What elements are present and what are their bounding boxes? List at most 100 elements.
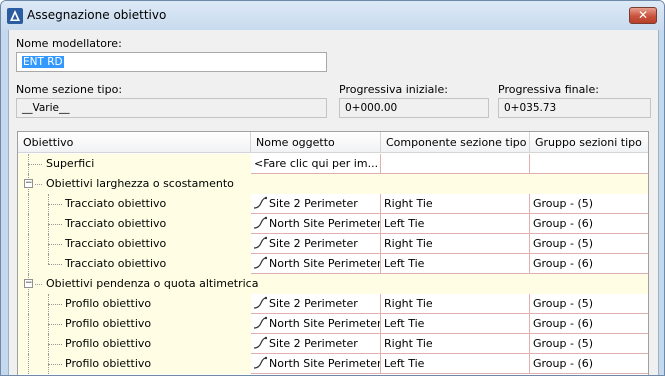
object-name: Site 2 Perimeter [269,237,358,250]
object-cell[interactable]: Site 2 Perimeter [251,294,381,314]
table-row[interactable]: Profilo obiettivo Site 2 Perimeter Right… [18,334,648,354]
collapse-icon[interactable]: − [24,179,33,188]
table-row[interactable]: Tracciato obiettivo Site 2 Perimeter Rig… [18,194,648,214]
component-cell: Left Tie [381,314,530,334]
object-cell[interactable]: North Site Perimeter [251,254,381,274]
close-button[interactable]: ✕ [629,7,657,24]
surface-click-cell[interactable]: <Fare clic qui per im... [251,154,381,174]
section-name-field: __Varie__ [16,98,327,118]
modeler-name-value: ENT RD [22,56,64,68]
title-bar[interactable]: Assegnazione obiettivo ✕ [1,1,664,31]
end-station-field: 0+035.73 [498,98,651,118]
target-grid: Obiettivo Nome oggetto Componente sezion… [17,131,649,375]
tree-cell: Tracciato obiettivo [18,214,251,234]
component-cell: Right Tie [381,294,530,314]
alignment-icon [253,216,267,229]
modeler-name-field[interactable]: ENT RD [16,52,327,72]
group-cell: Group - (6) [530,314,648,334]
group-cell: Group - (6) [530,354,648,374]
window-title: Assegnazione obiettivo [27,8,167,22]
grid-header: Obiettivo Nome oggetto Componente sezion… [18,132,648,154]
group-cell [530,154,648,174]
header-object-name[interactable]: Nome oggetto [251,132,381,153]
component-cell: Left Tie [381,354,530,374]
collapse-icon[interactable]: − [24,279,33,288]
end-station-label: Progressiva finale: [498,83,599,96]
start-station-field: 0+000.00 [339,98,489,118]
tree-label: Tracciato obiettivo [65,217,167,230]
tree-cell: Tracciato obiettivo [18,254,251,274]
tree-label: Tracciato obiettivo [65,237,167,250]
object-cell[interactable]: North Site Perimeter [251,314,381,334]
object-name: Site 2 Perimeter [269,197,358,210]
tree-label: Tracciato obiettivo [65,257,167,270]
alignment-icon [253,356,267,369]
tree-label: Obiettivi larghezza o scostamento [46,177,234,190]
component-cell: Right Tie [381,194,530,214]
table-row[interactable]: Tracciato obiettivo Site 2 Perimeter Rig… [18,234,648,254]
tree-cell: Profilo obiettivo [18,294,251,314]
group-cell: Group - (5) [530,334,648,354]
tree-cell: Profilo obiettivo [18,354,251,374]
group-cell: Group - (5) [530,234,648,254]
tree-cell: Tracciato obiettivo [18,194,251,214]
tree-cell: Tracciato obiettivo [18,234,251,254]
object-cell[interactable]: North Site Perimeter [251,354,381,374]
close-icon: ✕ [637,8,649,22]
object-cell[interactable]: Site 2 Perimeter [251,194,381,214]
start-station-label: Progressiva iniziale: [339,83,448,96]
tree-label: Profilo obiettivo [65,297,152,310]
tree-cell: Profilo obiettivo [18,334,251,354]
group-cell [530,274,648,294]
object-cell [266,274,381,294]
object-name: North Site Perimeter [269,317,381,330]
alignment-icon [253,256,267,269]
table-row[interactable]: Superfici <Fare clic qui per im... [18,154,648,174]
component-cell: Right Tie [381,234,530,254]
table-row[interactable]: − Obiettivi larghezza o scostamento [18,174,648,194]
table-row[interactable]: Profilo obiettivo North Site Perimeter L… [18,314,648,334]
tree-cell: − Obiettivi larghezza o scostamento [18,174,251,194]
alignment-icon [253,296,267,309]
object-cell[interactable]: Site 2 Perimeter [251,334,381,354]
tree-label: Profilo obiettivo [65,337,152,350]
tree-label: Profilo obiettivo [65,357,152,370]
tree-cell: Superfici [18,154,251,174]
group-cell: Group - (5) [530,194,648,214]
tree-label: Tracciato obiettivo [65,197,167,210]
group-cell: Group - (5) [530,294,648,314]
dialog-client-area: Nome modellatore: ENT RD Nome sezione ti… [8,30,659,375]
object-name: North Site Perimeter [269,217,381,230]
component-cell: Right Tie [381,334,530,354]
object-cell[interactable]: Site 2 Perimeter [251,234,381,254]
header-target[interactable]: Obiettivo [18,132,251,153]
tree-cell: − Obiettivi pendenza o quota altimetrica [18,274,266,294]
alignment-icon [253,236,267,249]
object-name: Site 2 Perimeter [269,337,358,350]
table-row[interactable]: Tracciato obiettivo North Site Perimeter… [18,214,648,234]
component-cell [381,274,530,294]
object-cell[interactable]: North Site Perimeter [251,214,381,234]
object-name: Site 2 Perimeter [269,297,358,310]
group-cell [530,174,648,194]
alignment-icon [253,196,267,209]
dialog-window: Assegnazione obiettivo ✕ Nome modellator… [0,0,665,376]
table-row[interactable]: Profilo obiettivo Site 2 Perimeter Right… [18,294,648,314]
modeler-name-label: Nome modellatore: [16,37,122,50]
component-cell [381,154,530,174]
component-cell: Left Tie [381,214,530,234]
alignment-icon [253,336,267,349]
table-row[interactable]: Tracciato obiettivo North Site Perimeter… [18,254,648,274]
section-name-label: Nome sezione tipo: [16,83,123,96]
tree-label: Superfici [46,157,95,170]
group-cell: Group - (6) [530,254,648,274]
table-row[interactable]: − Obiettivi pendenza o quota altimetrica [18,274,648,294]
tree-cell: Profilo obiettivo [18,314,251,334]
alignment-icon [253,316,267,329]
component-cell: Left Tie [381,254,530,274]
header-group[interactable]: Gruppo sezioni tipo [530,132,648,153]
header-subassembly[interactable]: Componente sezione tipo [381,132,530,153]
table-row[interactable]: Profilo obiettivo North Site Perimeter L… [18,354,648,374]
component-cell [381,174,530,194]
object-name: North Site Perimeter [269,357,381,370]
